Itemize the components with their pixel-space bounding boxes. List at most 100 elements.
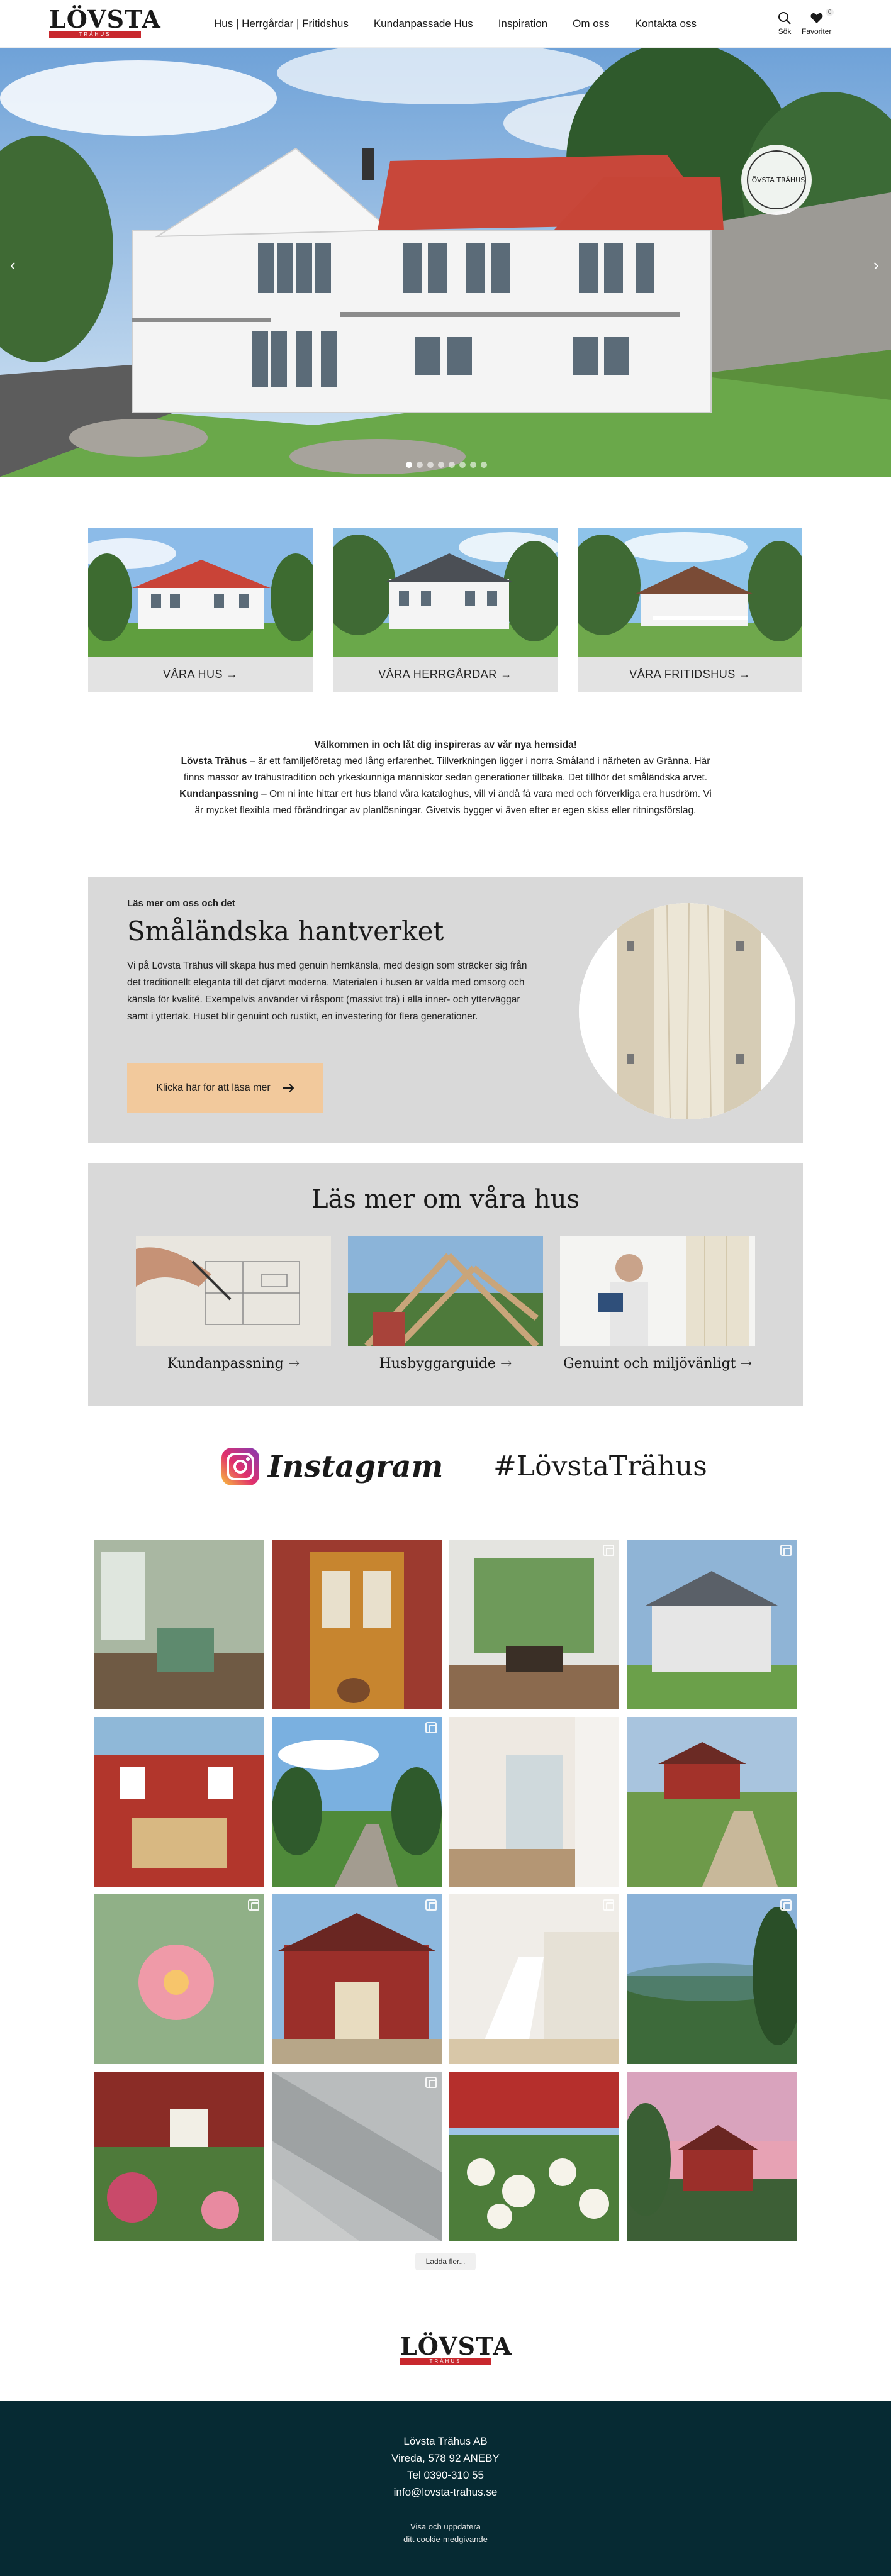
hero-dot[interactable] xyxy=(481,462,487,468)
more-label-kundanpassning: Kundanpassning → xyxy=(167,1356,300,1372)
heart-icon xyxy=(810,13,823,23)
category-image-fritidshus xyxy=(578,528,802,657)
hero-prev-arrow[interactable]: ‹ xyxy=(10,255,16,275)
hero-slider[interactable]: LÖVSTA TRÄHUS ‹ › xyxy=(0,48,891,477)
footer-contact: Lövsta Trähus AB Vireda, 578 92 ANEBY Te… xyxy=(0,2433,891,2501)
instagram-post[interactable] xyxy=(627,1894,797,2064)
arrow-right-icon xyxy=(282,1084,294,1092)
instagram-post[interactable] xyxy=(449,2072,619,2241)
multi-image-icon xyxy=(248,1899,259,1911)
load-more-button[interactable]: Ladda fler... xyxy=(415,2253,476,2270)
instagram-post[interactable] xyxy=(449,1894,619,2064)
footer-logo-word: LÖVSTA xyxy=(400,2332,512,2360)
multi-image-icon xyxy=(603,1545,614,1556)
welcome-p2-text: – Om ni inte hittar ert hus bland våra k… xyxy=(194,789,712,816)
craft-eyebrow: Läs mer om oss och det xyxy=(127,898,235,909)
hero-dot[interactable] xyxy=(427,462,434,468)
craft-title: Småländska hantverket xyxy=(127,916,444,947)
hero-dot[interactable] xyxy=(459,462,466,468)
instagram-post[interactable] xyxy=(449,1717,619,1887)
site-footer: Lövsta Trähus AB Vireda, 578 92 ANEBY Te… xyxy=(0,2401,891,2576)
hero-dot[interactable] xyxy=(470,462,476,468)
nav-item-hus[interactable]: Hus | Herrgårdar | Fritidshus xyxy=(214,18,349,30)
hero-pagination xyxy=(406,462,487,468)
hero-dot[interactable] xyxy=(438,462,444,468)
search-button[interactable]: Sök xyxy=(778,11,792,36)
footer-logo[interactable]: LÖVSTA TRÄHUS xyxy=(400,2332,512,2367)
favorites-label: Favoriter xyxy=(802,27,832,36)
nav-item-om-oss[interactable]: Om oss xyxy=(573,18,610,30)
hero-house-image: LÖVSTA TRÄHUS xyxy=(0,48,891,477)
multi-image-icon xyxy=(603,1899,614,1911)
instagram-word: Instagram xyxy=(268,1449,444,1484)
hero-next-arrow[interactable]: › xyxy=(873,255,879,275)
category-cards: VÅRA HUS → VÅRA HERRGÅRDAR → VÅRA FRITID… xyxy=(88,528,803,692)
worker-wood-image xyxy=(560,1236,755,1346)
craft-section: Läs mer om oss och det Småländska hantve… xyxy=(88,877,803,1143)
category-label-fritidshus: VÅRA FRITIDSHUS → xyxy=(629,668,751,680)
nav-item-kundanpassade[interactable]: Kundanpassade Hus xyxy=(374,18,473,30)
search-label: Sök xyxy=(778,27,792,36)
blueprint-image xyxy=(136,1236,331,1346)
category-image-hus xyxy=(88,528,313,657)
more-item-kundanpassning[interactable]: Kundanpassning → xyxy=(136,1236,331,1372)
welcome-heading: Välkommen in och låt dig inspireras av v… xyxy=(314,740,577,750)
site-header: LÖVSTA TRÄHUS Hus | Herrgårdar | Fritids… xyxy=(0,0,891,48)
footer-email[interactable]: info@lovsta-trahus.se xyxy=(0,2484,891,2501)
category-card-fritidshus[interactable]: VÅRA FRITIDSHUS → xyxy=(578,528,802,692)
cookie-consent-link[interactable]: Visa och uppdatera ditt cookie-medgivand… xyxy=(0,2521,891,2546)
category-card-hus[interactable]: VÅRA HUS → xyxy=(88,528,313,692)
instagram-post[interactable] xyxy=(449,1540,619,1709)
instagram-post[interactable] xyxy=(627,1717,797,1887)
search-icon xyxy=(778,12,791,25)
instagram-post[interactable] xyxy=(627,1540,797,1709)
instagram-post[interactable] xyxy=(627,2072,797,2241)
read-more-label: Klicka här för att läsa mer xyxy=(156,1082,271,1093)
more-label-husbyggarguide: Husbyggarguide → xyxy=(379,1356,512,1372)
hero-dot[interactable] xyxy=(449,462,455,468)
instagram-post[interactable] xyxy=(94,1540,264,1709)
footer-phone[interactable]: Tel 0390-310 55 xyxy=(0,2467,891,2484)
more-item-genuint[interactable]: Genuint och miljövänligt → xyxy=(560,1236,755,1372)
nav-item-kontakta[interactable]: Kontakta oss xyxy=(635,18,697,30)
hero-badge-text: LÖVSTA TRÄHUS xyxy=(748,176,805,184)
category-card-herrgardar[interactable]: VÅRA HERRGÅRDAR → xyxy=(333,528,558,692)
footer-address: Vireda, 578 92 ANEBY xyxy=(391,2452,500,2464)
multi-image-icon xyxy=(425,1899,437,1911)
more-about-houses: Läs mer om våra hus Kundanpassning → Hus… xyxy=(88,1163,803,1406)
logo-word: LÖVSTA xyxy=(49,5,161,33)
cookie-line-1: Visa och uppdatera xyxy=(410,2522,481,2531)
wood-panel-image xyxy=(579,903,795,1119)
instagram-feed xyxy=(94,1540,797,2241)
welcome-text: Välkommen in och låt dig inspireras av v… xyxy=(176,737,715,819)
category-image-herrgardar xyxy=(333,528,558,657)
more-item-husbyggarguide[interactable]: Husbyggarguide → xyxy=(348,1236,543,1372)
instagram-post[interactable] xyxy=(272,1540,442,1709)
site-logo[interactable]: LÖVSTA TRÄHUS xyxy=(49,5,161,39)
hero-dot[interactable] xyxy=(417,462,423,468)
nav-item-inspiration[interactable]: Inspiration xyxy=(498,18,547,30)
more-title: Läs mer om våra hus xyxy=(311,1185,580,1214)
instagram-post[interactable] xyxy=(94,2072,264,2241)
favorites-count: 0 xyxy=(825,9,834,16)
instagram-post[interactable] xyxy=(272,2072,442,2241)
welcome-p2-bold: Kundanpassning xyxy=(179,789,259,799)
multi-image-icon xyxy=(780,1899,792,1911)
more-label-genuint: Genuint och miljövänligt → xyxy=(563,1356,752,1372)
main-nav: Hus | Herrgårdar | Fritidshus Kundanpass… xyxy=(214,0,697,48)
instagram-post[interactable] xyxy=(94,1717,264,1887)
category-label-herrgardar: VÅRA HERRGÅRDAR → xyxy=(378,668,512,680)
instagram-icon xyxy=(221,1448,259,1485)
cookie-line-2: ditt cookie-medgivande xyxy=(403,2534,488,2544)
multi-image-icon xyxy=(425,2077,437,2088)
instagram-logo[interactable]: Instagram xyxy=(220,1446,443,1487)
instagram-post[interactable] xyxy=(272,1894,442,2064)
multi-image-icon xyxy=(425,1722,437,1733)
hero-dot[interactable] xyxy=(406,462,412,468)
construction-image xyxy=(348,1236,543,1346)
favorites-button[interactable]: 0 Favoriter xyxy=(802,9,834,36)
read-more-button[interactable]: Klicka här för att läsa mer xyxy=(127,1063,323,1113)
instagram-post[interactable] xyxy=(94,1894,264,2064)
footer-company: Lövsta Trähus AB xyxy=(403,2435,488,2447)
instagram-post[interactable] xyxy=(272,1717,442,1887)
